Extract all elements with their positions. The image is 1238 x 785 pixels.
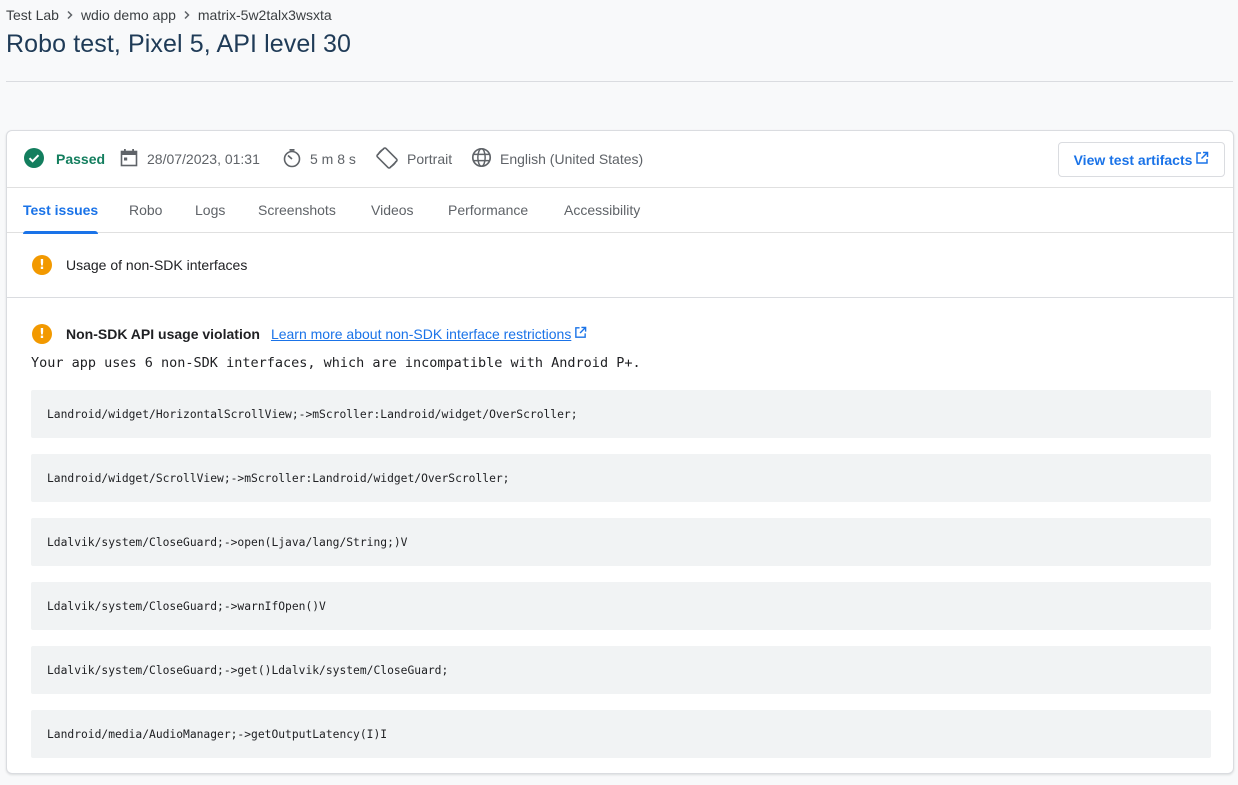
check-circle-icon — [24, 147, 44, 171]
breadcrumb-app[interactable]: wdio demo app — [81, 7, 176, 23]
calendar-icon — [119, 148, 139, 171]
tab-videos[interactable]: Videos — [371, 188, 414, 233]
learn-more-link-label: Learn more about non-SDK interface restr… — [270, 326, 572, 342]
locale-item: English (United States) — [471, 147, 643, 171]
open-in-new-icon — [574, 326, 587, 342]
page-title: Robo test, Pixel 5, API level 30 — [6, 30, 352, 58]
test-result-card: Passed 28/07/2023, 01:31 5 m 8 s Portrai… — [6, 130, 1234, 774]
duration-label: 5 m 8 s — [310, 151, 356, 167]
date-item: 28/07/2023, 01:31 — [119, 147, 260, 171]
orientation-item: Portrait — [375, 146, 453, 173]
tab-robo[interactable]: Robo — [129, 188, 162, 233]
orientation-label: Portrait — [407, 151, 453, 167]
breadcrumb: Test Lab wdio demo app matrix-5w2talx3ws… — [6, 7, 332, 23]
exclamation-circle-icon: ! — [32, 324, 52, 344]
tab-test-issues[interactable]: Test issues — [23, 188, 99, 234]
interface-item: Landroid/widget/HorizontalScrollView;->m… — [31, 390, 1211, 438]
tab-bar: Test issues Robo Logs Screenshots Videos… — [7, 188, 1233, 234]
page: Test Lab wdio demo app matrix-5w2talx3ws… — [0, 0, 1238, 785]
open-in-new-icon — [1195, 151, 1209, 168]
screen-rotation-icon — [375, 146, 399, 173]
tab-accessibility[interactable]: Accessibility — [564, 188, 640, 233]
header-divider — [6, 81, 1233, 82]
tab-logs[interactable]: Logs — [195, 188, 225, 233]
interface-item: Ldalvik/system/CloseGuard;->get()Ldalvik… — [31, 646, 1211, 694]
summary-bar: Passed 28/07/2023, 01:31 5 m 8 s Portrai… — [7, 131, 1233, 188]
locale-label: English (United States) — [500, 151, 644, 167]
status-label: Passed — [56, 151, 106, 167]
date-label: 28/07/2023, 01:31 — [147, 151, 260, 167]
tab-performance[interactable]: Performance — [448, 188, 528, 233]
issue-detail-header: ! Non-SDK API usage violation Learn more… — [32, 324, 587, 344]
interface-item: Landroid/media/AudioManager;->getOutputL… — [31, 710, 1211, 758]
view-test-artifacts-button[interactable]: View test artifacts — [1058, 142, 1225, 177]
breadcrumb-test-lab[interactable]: Test Lab — [6, 7, 59, 23]
status-item: Passed — [24, 147, 105, 171]
view-test-artifacts-label: View test artifacts — [1073, 151, 1193, 168]
interface-item: Ldalvik/system/CloseGuard;->warnIfOpen()… — [31, 582, 1211, 630]
chevron-right-icon — [65, 10, 75, 20]
exclamation-circle-icon: ! — [32, 255, 52, 275]
interface-list: Landroid/widget/HorizontalScrollView;->m… — [31, 390, 1211, 773]
issue-row[interactable]: ! Usage of non-SDK interfaces — [7, 233, 1233, 298]
interface-item: Ldalvik/system/CloseGuard;->open(Ljava/l… — [31, 518, 1211, 566]
duration-item: 5 m 8 s — [282, 147, 356, 171]
globe-icon — [471, 147, 492, 171]
breadcrumb-matrix[interactable]: matrix-5w2talx3wsxta — [198, 7, 332, 23]
chevron-right-icon — [182, 10, 192, 20]
interface-item: Landroid/widget/ScrollView;->mScroller:L… — [31, 454, 1211, 502]
issue-title: Usage of non-SDK interfaces — [66, 257, 248, 273]
learn-more-link[interactable]: Learn more about non-SDK interface restr… — [271, 326, 587, 342]
tab-screenshots[interactable]: Screenshots — [258, 188, 336, 233]
issue-detail-title: Non-SDK API usage violation — [66, 326, 260, 342]
timer-icon — [282, 148, 302, 171]
issue-description: Your app uses 6 non-SDK interfaces, whic… — [31, 355, 641, 371]
